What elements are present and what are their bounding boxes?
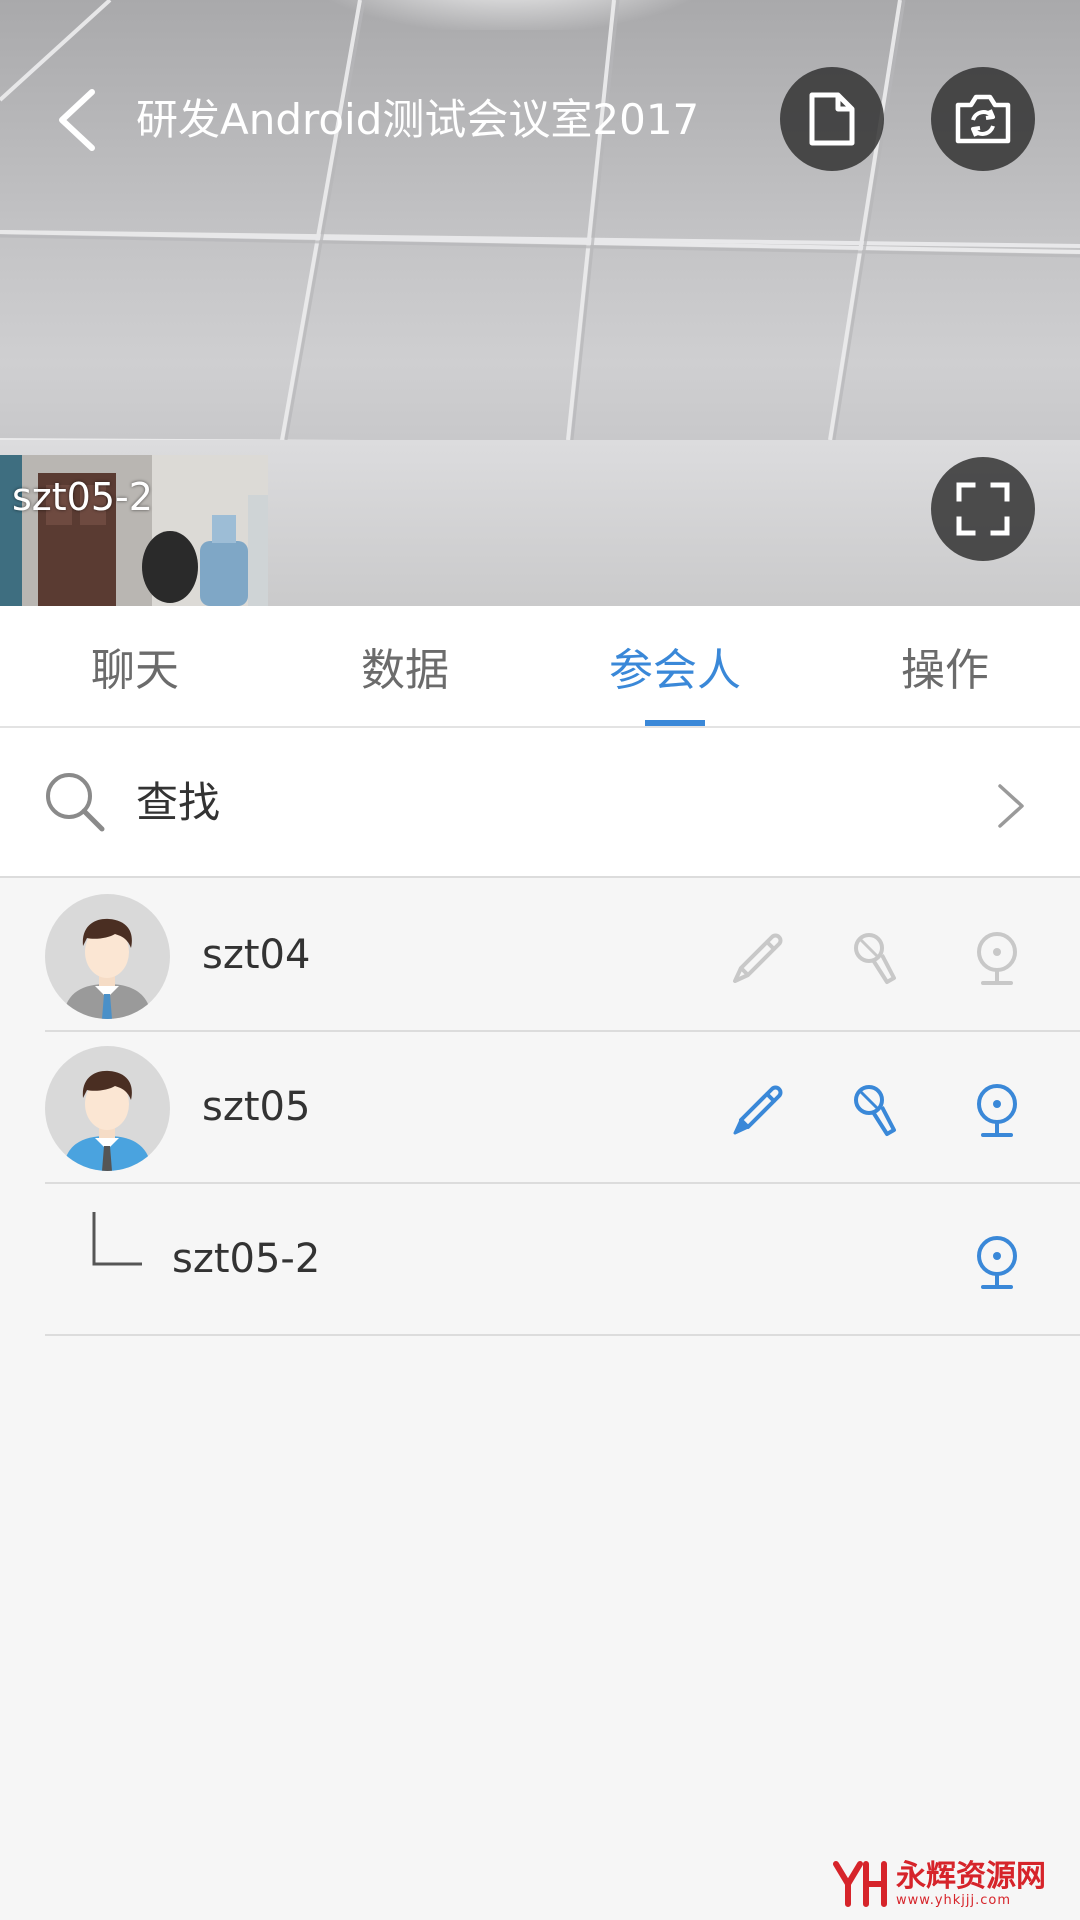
camera-toggle[interactable] <box>965 1230 1029 1294</box>
thumbnail-video[interactable]: szt05-2 <box>0 455 268 606</box>
webcam-icon <box>977 1084 1017 1137</box>
avatar-person-icon <box>63 918 152 1019</box>
avatar <box>45 894 170 1019</box>
watermark-logo <box>833 1861 887 1907</box>
tab-bar: 聊天 数据 参会人 操作 <box>0 606 1080 728</box>
switch-camera-button[interactable] <box>931 67 1035 171</box>
search-label: 查找 <box>136 778 221 827</box>
tab-participants[interactable]: 参会人 <box>540 606 810 726</box>
participant-row[interactable]: szt04 <box>0 880 1080 1032</box>
row-divider <box>45 1334 1080 1336</box>
microphone-toggle[interactable] <box>845 926 909 990</box>
fullscreen-button[interactable] <box>931 457 1035 561</box>
tab-operations-label: 操作 <box>901 645 989 696</box>
fullscreen-icon <box>956 482 1010 536</box>
back-button[interactable] <box>48 84 104 156</box>
participant-row[interactable]: szt05 <box>0 1032 1080 1184</box>
participant-name: szt05 <box>202 1084 311 1130</box>
chevron-left-icon <box>59 89 95 151</box>
tree-branch-icon <box>92 1212 142 1266</box>
camera-toggle[interactable] <box>965 926 1029 990</box>
room-title: 研发Android测试会议室2017 <box>136 95 700 144</box>
avatar <box>45 1046 170 1171</box>
whiteboard-permission-toggle[interactable] <box>725 926 789 990</box>
meeting-screen: 研发Android测试会议室2017 szt05-2 聊天 数据 参会人 操作 … <box>0 0 1080 1920</box>
participant-name: szt04 <box>202 932 311 978</box>
chevron-right-icon <box>998 784 1024 828</box>
microphone-icon <box>854 1085 896 1136</box>
tab-data[interactable]: 数据 <box>270 606 540 726</box>
webcam-icon <box>977 1236 1017 1289</box>
tab-operations[interactable]: 操作 <box>810 606 1080 726</box>
pen-icon <box>733 933 783 983</box>
pen-icon <box>733 1085 783 1135</box>
thumbnail-label: szt05-2 <box>12 475 153 519</box>
camera-toggle[interactable] <box>965 1078 1029 1142</box>
tab-chat-label: 聊天 <box>91 645 179 696</box>
search-row[interactable]: 查找 <box>0 728 1080 878</box>
tab-participants-label: 参会人 <box>609 645 741 696</box>
whiteboard-permission-toggle[interactable] <box>725 1078 789 1142</box>
sub-device-name: szt05-2 <box>172 1236 321 1282</box>
camera-switch-icon <box>955 94 1011 144</box>
watermark: 永辉资源网 www.yhkjjj.com <box>832 1858 1046 1910</box>
webcam-icon <box>977 932 1017 985</box>
watermark-title: 永辉资源网 <box>896 1859 1046 1894</box>
active-tab-indicator <box>645 720 705 726</box>
watermark-url: www.yhkjjj.com <box>896 1893 1012 1908</box>
search-icon <box>46 773 105 832</box>
microphone-icon <box>854 933 896 984</box>
avatar-person-icon <box>63 1070 152 1171</box>
document-button[interactable] <box>780 67 884 171</box>
microphone-toggle[interactable] <box>845 1078 909 1142</box>
document-icon <box>809 92 855 146</box>
sub-device-row[interactable]: szt05-2 <box>0 1184 1080 1336</box>
tab-data-label: 数据 <box>361 645 449 696</box>
tab-chat[interactable]: 聊天 <box>0 606 270 726</box>
watermark-text: 永辉资源网 www.yhkjjj.com <box>896 1860 1046 1908</box>
main-video[interactable]: 研发Android测试会议室2017 szt05-2 <box>0 0 1080 606</box>
